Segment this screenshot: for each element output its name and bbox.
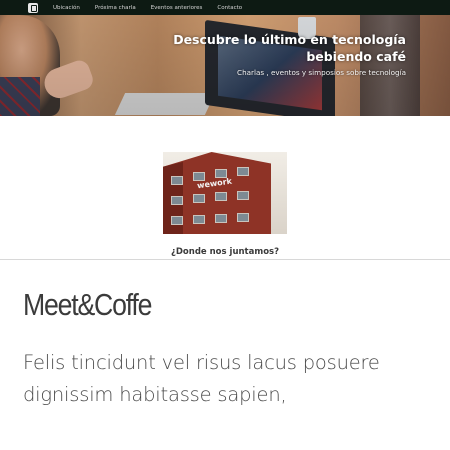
building-window (193, 215, 205, 224)
building-window (237, 191, 249, 200)
building-window (237, 213, 249, 222)
building-window (171, 196, 183, 205)
top-navigation-bar: Ubicación Próxima charla Eventos anterio… (0, 0, 450, 15)
nav-link-ubicacion[interactable]: Ubicación (53, 5, 80, 11)
section-body-text: Felis tincidunt vel risus lacus posuere … (23, 351, 380, 406)
hero-title-line-2: bebiendo café (306, 49, 406, 64)
section-title: Meet&Coffe (23, 287, 152, 322)
building-window (215, 192, 227, 201)
nav-link-contacto[interactable]: Contacto (217, 5, 242, 11)
nav-link-eventos-anteriores[interactable]: Eventos anteriores (151, 5, 203, 11)
nav-links: Ubicación Próxima charla Eventos anterio… (53, 5, 257, 11)
hero-title-line-1: Descubre lo último en tecnología (173, 32, 406, 47)
hero-banner: Descubre lo último en tecnología bebiend… (0, 15, 450, 116)
brand-logo-icon[interactable] (28, 2, 38, 13)
building-window (215, 214, 227, 223)
building-window (171, 176, 183, 185)
location-building-image[interactable]: wework (163, 152, 287, 234)
section-divider (0, 259, 450, 260)
hero-title: Descubre lo último en tecnología bebiend… (126, 31, 406, 65)
building-window (237, 167, 249, 176)
location-caption: ¿Donde nos juntamos? (170, 247, 280, 257)
hero-subtitle: Charlas , eventos y simposios sobre tecn… (237, 68, 406, 77)
nav-link-proxima-charla[interactable]: Próxima charla (95, 5, 136, 11)
building-window (193, 194, 205, 203)
building-window (171, 216, 183, 225)
